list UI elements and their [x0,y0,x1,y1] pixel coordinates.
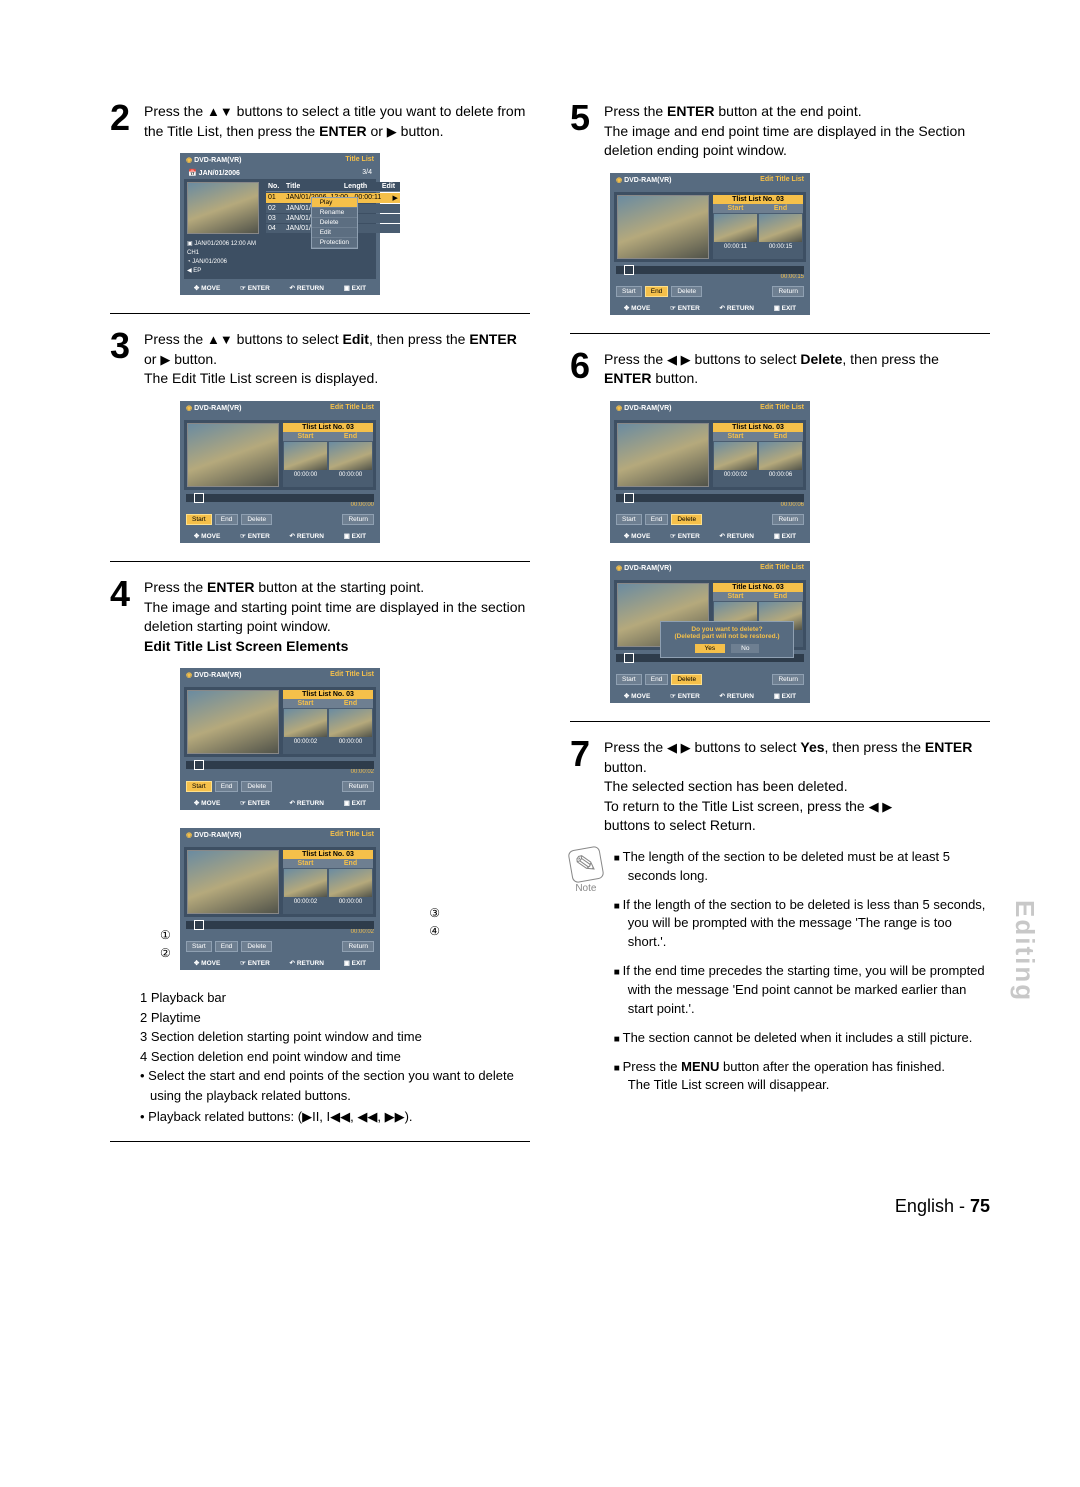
page-footer: English - 75 [110,1196,990,1217]
screenshot-edit-title-list: DVD-RAM(VR)Edit Title List Tlist List No… [180,401,380,543]
callout-3: ③ [429,906,440,920]
callout-2: ② [160,946,171,960]
step-text: Press the ENTER button at the starting p… [144,576,530,656]
step-text: Press the ◀ ▶ buttons to select Delete, … [604,348,990,389]
note-icon: ✎ Note [570,848,602,1105]
step-number: 3 [110,328,144,389]
step-number: 2 [110,100,144,141]
screenshot-edit-end: DVD-RAM(VR)Edit Title List Tlist List No… [610,173,810,315]
section-tab: Editing [1009,900,1040,1002]
callout-4: ④ [429,924,440,938]
step-text: Press the ◀ ▶ buttons to select Yes, the… [604,736,990,836]
step-text: Press the ▲▼ buttons to select a title y… [144,100,530,141]
context-menu: Play Rename Delete Edit Protection [311,197,358,249]
callout-1: ① [160,928,171,942]
note-box: ✎ Note The length of the section to be d… [570,848,990,1105]
step-number: 5 [570,100,604,161]
step-number: 7 [570,736,604,836]
screenshot-edit-delete: DVD-RAM(VR)Edit Title List Tlist List No… [610,401,810,543]
step-text: Press the ▲▼ buttons to select Edit, the… [144,328,530,389]
legend: 1 Playback bar 2 Playtime 3 Section dele… [140,988,530,1066]
screenshot-edit-start: DVD-RAM(VR)Edit Title List Tlist List No… [180,668,380,810]
screenshot-edit-annotated: DVD-RAM(VR)Edit Title List Tlist List No… [180,828,380,970]
confirm-dialog: Do you want to delete? (Deleted part wil… [660,621,794,658]
screenshot-title-list: DVD-RAM(VR)Title List 📅 JAN/01/20063/4 ▣… [180,153,380,295]
step-text: Press the ENTER button at the end point.… [604,100,990,161]
step-number: 4 [110,576,144,656]
step-number: 6 [570,348,604,389]
screenshot-delete-confirm: DVD-RAM(VR)Edit Title List Title List No… [610,561,810,703]
legend-bullets: Select the start and end points of the s… [140,1066,530,1127]
